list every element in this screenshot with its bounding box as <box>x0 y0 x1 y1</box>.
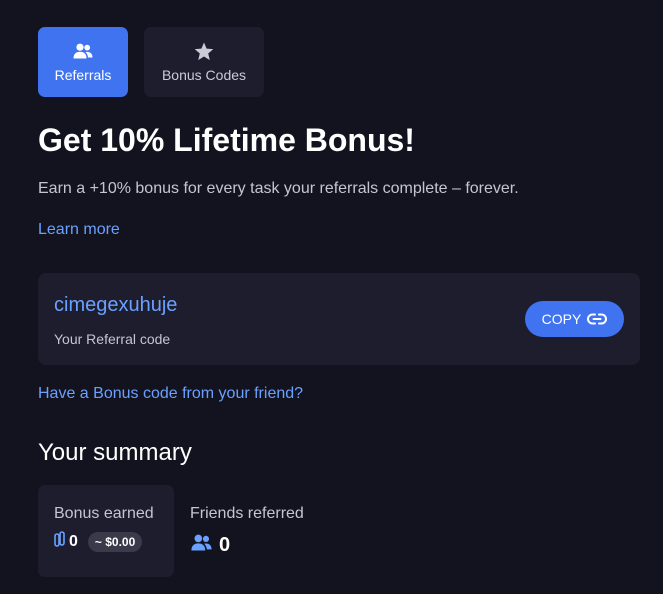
learn-more-link[interactable]: Learn more <box>38 220 120 240</box>
bonus-earned-value-row: 0 ~ $0.00 <box>54 531 143 552</box>
copy-button-label: COPY <box>541 311 582 327</box>
star-icon <box>193 41 215 61</box>
friends-referred-label: Friends referred <box>190 505 304 522</box>
tab-referrals-label: Referrals <box>54 67 112 83</box>
friends-referred-value: 0 <box>219 534 231 556</box>
referrals-page: Referrals Bonus Codes Get 10% Lifetime B… <box>0 0 663 594</box>
bonus-earned-label: Bonus earned <box>54 505 154 522</box>
copy-button[interactable]: COPY <box>525 301 624 337</box>
referral-code: cimegexuhuje <box>54 294 178 316</box>
summary-heading: Your summary <box>38 439 192 466</box>
page-title: Get 10% Lifetime Bonus! <box>38 122 415 158</box>
friends-referred-stat: Friends referred 0 <box>190 485 350 577</box>
tab-bonus-codes-label: Bonus Codes <box>161 67 247 83</box>
referral-code-card: cimegexuhuje Your Referral code COPY <box>38 273 640 365</box>
users-icon <box>190 534 213 556</box>
bonus-code-link[interactable]: Have a Bonus code from your friend? <box>38 384 303 404</box>
bonus-earned-value: 0 <box>69 532 78 550</box>
bonus-earned-usd-badge: ~ $0.00 <box>87 531 143 552</box>
coin-icon <box>54 531 65 552</box>
referral-code-caption: Your Referral code <box>54 331 171 347</box>
tab-bar: Referrals Bonus Codes <box>38 27 264 97</box>
link-icon <box>587 313 608 325</box>
users-icon <box>72 41 94 61</box>
friends-referred-value-row: 0 <box>190 534 230 556</box>
tab-referrals[interactable]: Referrals <box>38 27 128 97</box>
tab-bonus-codes[interactable]: Bonus Codes <box>144 27 264 97</box>
bonus-earned-card: Bonus earned 0 ~ $0.00 <box>38 485 174 577</box>
page-subtitle: Earn a +10% bonus for every task your re… <box>38 180 519 197</box>
